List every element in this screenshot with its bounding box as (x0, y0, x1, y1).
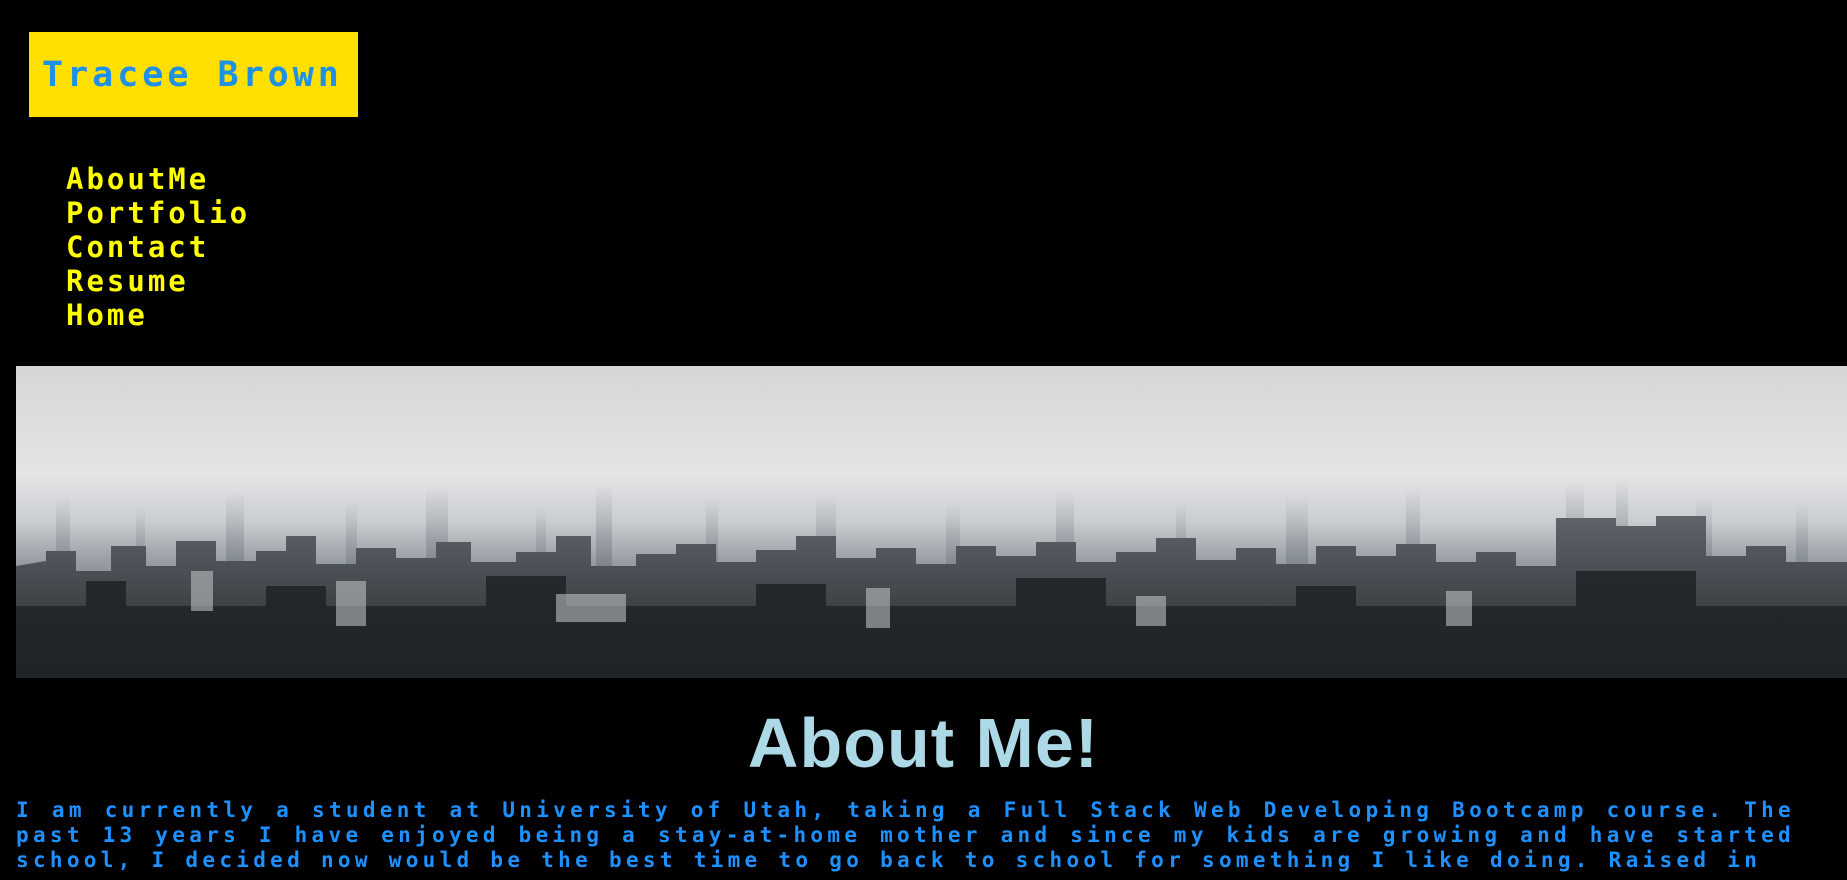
nav-link-resume[interactable]: Resume (66, 264, 250, 298)
about-paragraph: I am currently a student at University o… (16, 798, 1795, 872)
nav-link-contact[interactable]: Contact (66, 230, 250, 264)
nav-link-aboutme[interactable]: AboutMe (66, 162, 250, 196)
about-heading: About Me! (747, 704, 1100, 782)
nav-list: AboutMe Portfolio Contact Resume Home (66, 162, 250, 332)
hero-cityscape-image (16, 366, 1847, 678)
brand-name: Tracee Brown (42, 54, 343, 95)
nav-link-portfolio[interactable]: Portfolio (66, 196, 250, 230)
brand-banner: Tracee Brown (29, 32, 358, 117)
page: Tracee Brown AboutMe Portfolio Contact R… (0, 0, 1847, 880)
nav-link-home[interactable]: Home (66, 298, 250, 332)
cityscape-illustration (16, 366, 1847, 678)
